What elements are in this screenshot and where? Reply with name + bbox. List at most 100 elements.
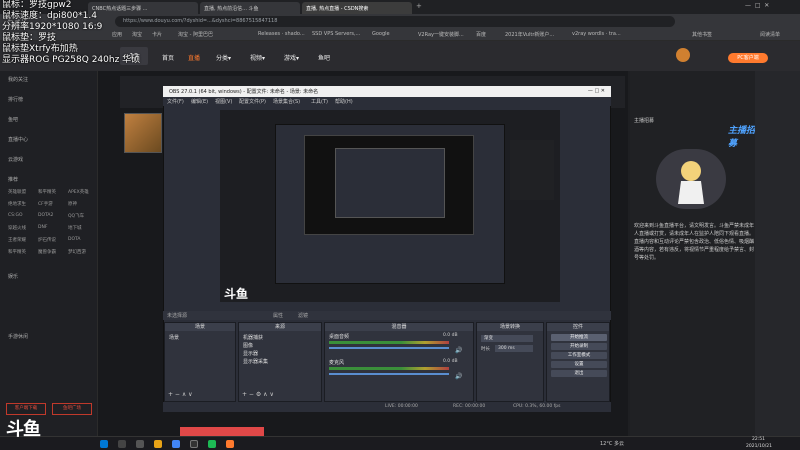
live-time: LIVE: 00:00:00 bbox=[385, 404, 418, 409]
window-controls[interactable]: — □ ✕ bbox=[745, 2, 769, 9]
sidebar-item-following[interactable]: 我的关注 bbox=[8, 76, 28, 83]
url-field[interactable]: https://www.douyu.com/?dyshid=...&dyshci… bbox=[115, 16, 675, 27]
bookmark-item[interactable]: Google bbox=[372, 31, 390, 37]
obs-taskbar-icon[interactable] bbox=[190, 440, 198, 448]
game-link[interactable]: DOTA bbox=[68, 237, 81, 242]
game-link[interactable]: 英雄联盟 bbox=[8, 189, 26, 195]
game-link[interactable]: 王者荣耀 bbox=[8, 237, 26, 243]
sidebar-item-live-center[interactable]: 直播中心 bbox=[8, 136, 28, 143]
search-icon[interactable] bbox=[118, 440, 126, 448]
menu-view[interactable]: 视图(V) bbox=[215, 98, 232, 105]
speaker-icon[interactable]: 🔊 bbox=[455, 347, 462, 354]
source-item[interactable]: 显示器采集 bbox=[243, 358, 268, 365]
start-streaming-button[interactable]: 开始推流 bbox=[551, 334, 607, 341]
game-link[interactable]: 地下城 bbox=[68, 225, 82, 231]
bookmark-item[interactable]: 百度 bbox=[476, 31, 486, 38]
start-icon[interactable] bbox=[100, 440, 108, 448]
game-link[interactable]: 穿越火线 bbox=[8, 225, 26, 231]
properties-button[interactable]: 属性 bbox=[273, 312, 283, 319]
transitions-dock-title: 场景转换 bbox=[477, 323, 543, 331]
game-link[interactable]: 和平精英 bbox=[38, 189, 56, 195]
game-link[interactable]: 原神 bbox=[68, 201, 77, 207]
game-link[interactable]: 绝地求生 bbox=[8, 201, 26, 207]
nested-douyu-logo: 斗鱼 bbox=[224, 287, 249, 301]
browser-tab-3[interactable]: 直播, 热点直播 - CSDN搜索 bbox=[302, 2, 412, 14]
menu-help[interactable]: 帮助(H) bbox=[335, 98, 353, 105]
client-download-button[interactable]: 客户端下载 bbox=[6, 403, 46, 415]
menu-file[interactable]: 文件(F) bbox=[167, 98, 184, 105]
recruit-banner[interactable]: 主播招募 bbox=[728, 123, 755, 149]
game-link[interactable]: CS:GO bbox=[8, 213, 23, 218]
volume-slider[interactable] bbox=[329, 373, 449, 375]
anime-mascot-image bbox=[656, 149, 726, 209]
sidebar-item-ranking[interactable]: 排行榜 bbox=[8, 96, 23, 103]
game-link[interactable]: 魔兽争霸 bbox=[38, 249, 56, 255]
nav-category[interactable]: 分类▾ bbox=[216, 53, 231, 62]
sidebar-item-recommend[interactable]: 推荐 bbox=[8, 176, 18, 183]
browser-tab-2[interactable]: 直播, 热点前沿信... 斗鱼 bbox=[200, 2, 300, 14]
transition-select[interactable]: 渐变 bbox=[481, 335, 533, 342]
streamer-avatar[interactable] bbox=[124, 113, 162, 153]
task-view-icon[interactable] bbox=[136, 440, 144, 448]
bookmark-item[interactable]: v2ray wordls · tra... bbox=[572, 31, 621, 37]
volume-slider[interactable] bbox=[329, 347, 449, 349]
bookmark-item[interactable]: V2Ray一键安装脚... bbox=[418, 31, 464, 38]
bookmark-item[interactable]: SSD VPS Servers,... bbox=[312, 31, 360, 37]
weather-text[interactable]: 12°C 多云 bbox=[600, 440, 624, 447]
fishbar-square-button[interactable]: 鱼吧广场 bbox=[52, 403, 92, 415]
sidebar-section-entertainment[interactable]: 娱乐 bbox=[8, 273, 18, 280]
scene-toolbar[interactable]: + − ∧ ∨ bbox=[168, 391, 193, 398]
speaker-icon[interactable]: 🔊 bbox=[455, 373, 462, 380]
game-link[interactable]: 梦幻西游 bbox=[68, 249, 86, 255]
studio-mode-button[interactable]: 工作室模式 bbox=[551, 352, 607, 359]
game-link[interactable]: QQ飞车 bbox=[68, 213, 84, 219]
bookmark-item[interactable]: 阅读清单 bbox=[760, 31, 780, 38]
nav-games[interactable]: 游戏▾ bbox=[284, 53, 299, 62]
chrome-icon[interactable] bbox=[172, 440, 180, 448]
game-link[interactable]: 炉石传说 bbox=[38, 237, 56, 243]
game-link[interactable]: CF手游 bbox=[38, 201, 53, 207]
pc-client-button[interactable]: PC客户端 bbox=[728, 53, 768, 63]
bookmark-item[interactable]: 其他书签 bbox=[692, 31, 712, 38]
bookmark-item[interactable]: Releases · shado... bbox=[258, 31, 305, 37]
sidebar-item-fishbar[interactable]: 鱼吧 bbox=[8, 116, 18, 123]
game-link[interactable]: 和平精英 bbox=[8, 249, 26, 255]
mixer-channel-db: 0.0 dB bbox=[443, 333, 458, 338]
game-link[interactable]: DNF bbox=[38, 225, 47, 230]
app-icon[interactable] bbox=[208, 440, 216, 448]
source-toolbar-buttons[interactable]: + − ⚙ ∧ ∨ bbox=[242, 391, 274, 398]
bookmark-item[interactable]: 淘宝 - 阿里巴巴 bbox=[178, 31, 213, 38]
game-link[interactable]: DOTA2 bbox=[38, 213, 53, 218]
chat-tab-label[interactable]: 主播招募 bbox=[634, 117, 654, 124]
new-tab-button[interactable]: + bbox=[416, 2, 422, 10]
menu-tools[interactable]: 工具(T) bbox=[311, 98, 328, 105]
source-item[interactable]: 图像 bbox=[243, 342, 253, 349]
menu-edit[interactable]: 编辑(E) bbox=[191, 98, 208, 105]
settings-button[interactable]: 设置 bbox=[551, 361, 607, 368]
duration-field[interactable]: 300 ms bbox=[495, 345, 533, 352]
douyu-app-icon[interactable] bbox=[226, 440, 234, 448]
nav-fishbar[interactable]: 鱼吧 bbox=[318, 53, 330, 62]
obs-window-controls[interactable]: — □ ✕ bbox=[588, 88, 605, 94]
exit-button[interactable]: 退出 bbox=[551, 370, 607, 377]
user-avatar[interactable] bbox=[676, 48, 690, 62]
game-link[interactable]: APEX英雄 bbox=[68, 189, 89, 195]
obs-status-bar: LIVE: 00:00:00 REC: 00:00:00 CPU: 0.3%, … bbox=[163, 402, 611, 412]
scene-item[interactable]: 场景 bbox=[169, 334, 179, 341]
explorer-icon[interactable] bbox=[154, 440, 162, 448]
clock-time[interactable]: 22:51 bbox=[752, 437, 765, 442]
menu-profile[interactable]: 配置文件(P) bbox=[239, 98, 266, 105]
obs-preview-canvas[interactable]: 斗鱼 bbox=[220, 110, 560, 302]
source-item[interactable]: 机器捕获 bbox=[243, 334, 263, 341]
clock-date[interactable]: 2021/10/21 bbox=[746, 444, 772, 449]
source-item[interactable]: 显示器 bbox=[243, 350, 258, 357]
menu-scene-collection[interactable]: 场景集合(S) bbox=[273, 98, 300, 105]
bookmark-item[interactable]: 2021年Vultr新账户... bbox=[505, 31, 554, 38]
mixer-channel-db: 0.0 dB bbox=[443, 359, 458, 364]
start-recording-button[interactable]: 开始录制 bbox=[551, 343, 607, 350]
filters-button[interactable]: 滤镜 bbox=[298, 312, 308, 319]
sidebar-section-mobile[interactable]: 手游休闲 bbox=[8, 333, 28, 340]
nav-video[interactable]: 视频▾ bbox=[250, 53, 265, 62]
nav-live[interactable]: 直播 bbox=[188, 53, 200, 62]
sidebar-item-cloud-game[interactable]: 云游戏 bbox=[8, 156, 23, 163]
